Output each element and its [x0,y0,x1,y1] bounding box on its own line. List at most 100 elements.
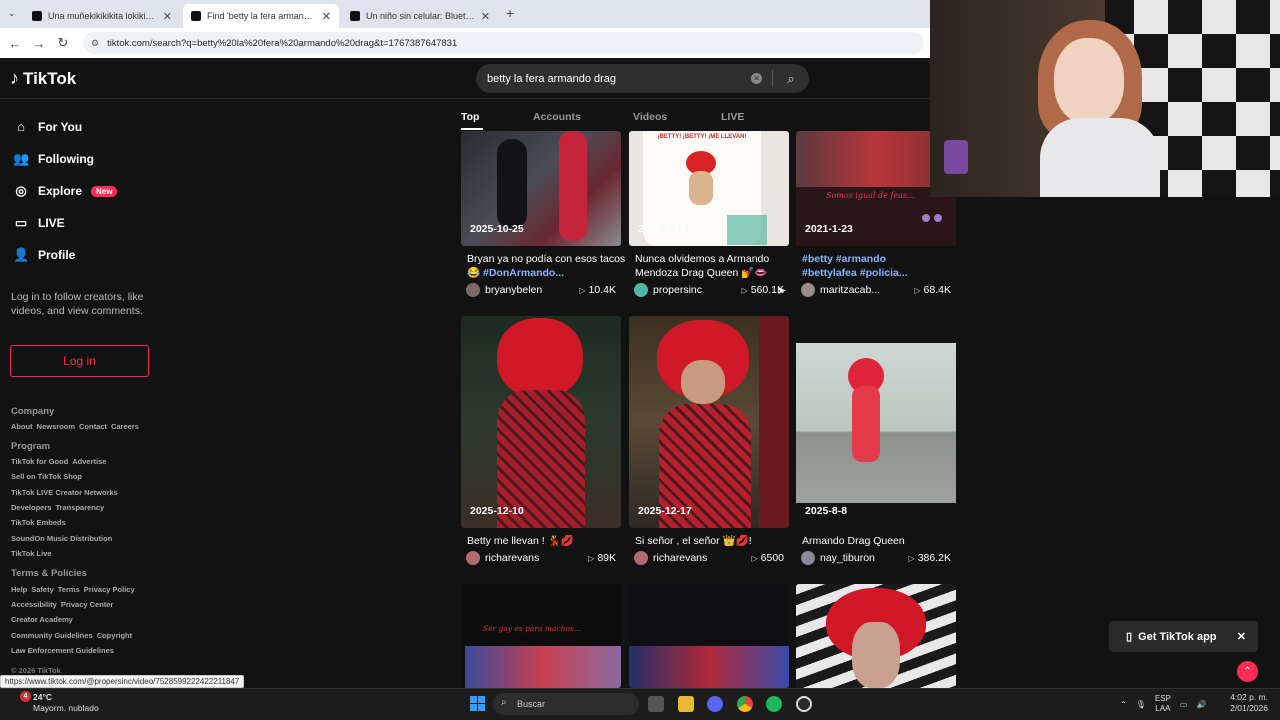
footer-link[interactable]: Transparency [55,503,104,512]
video-caption[interactable]: Si señor , el señor 👑💋! [635,534,795,548]
chrome-icon[interactable] [737,696,753,712]
back-icon[interactable]: ← [3,36,27,51]
volume-icon[interactable]: 🔊 [1196,700,1206,709]
video-thumbnail[interactable]: ¡BETTY! ¡BETTY! ¡ME LLEVAN! 2025-7-18 [629,131,789,246]
search-input[interactable]: betty la fera armando drag [487,73,751,85]
chevron-up-icon[interactable]: ⌃ [1120,700,1127,709]
tiktok-logo[interactable]: ♪ TikTok [10,68,76,89]
network-icon[interactable]: ▭ [1180,700,1188,709]
footer-link[interactable]: Privacy Policy [84,585,135,594]
address-bar[interactable]: ⚙ tiktok.com/search?q=betty%20la%20fera%… [83,32,924,54]
footer-link[interactable]: TikTok for Good [11,457,68,466]
footer-links-company: About Newsroom Contact Careers [11,422,143,431]
footer-link[interactable]: Terms [58,585,80,594]
tab-list-chevron-icon[interactable]: ⌄ [8,8,16,19]
obs-icon[interactable] [796,696,812,712]
caption-hashtags[interactable]: #betty #armando #bettylafea #policia... [802,253,908,279]
footer-link[interactable]: Contact [79,422,107,431]
avatar[interactable] [466,551,480,565]
video-caption[interactable]: Armando Drag Queen [802,534,962,548]
footer-link[interactable]: About [11,422,33,431]
footer-link[interactable]: Creator Academy [11,615,73,624]
footer-link[interactable]: Advertise [72,457,106,466]
sidebar-item-following[interactable]: 👥 Following [13,151,94,167]
avatar[interactable] [634,551,648,565]
footer-link[interactable]: TikTok Live [11,549,52,558]
username[interactable]: propersinc [653,284,742,296]
footer-link[interactable]: Community Guidelines [11,631,93,640]
sidebar-item-live[interactable]: ▭ LIVE [13,215,65,231]
footer-link[interactable]: Copyright [97,631,132,640]
footer-link[interactable]: Help [11,585,27,594]
close-tab-icon[interactable]: ✕ [163,10,172,23]
search-bar[interactable]: betty la fera armando drag ✕ ⌕ [476,64,809,93]
tab-videos[interactable]: Videos [633,111,667,123]
footer-link[interactable]: Newsroom [37,422,75,431]
avatar[interactable] [801,283,815,297]
windows-start-icon[interactable] [470,696,485,711]
username[interactable]: maritzacab... [820,284,914,296]
username[interactable]: nay_tiburon [820,552,909,564]
taskbar-search[interactable]: ⌕ Buscar [493,693,639,715]
login-button[interactable]: Log in [10,345,149,377]
video-caption[interactable]: Bryan ya no podía con esos tacos 😂 #DonA… [467,252,627,280]
close-tab-icon[interactable]: ✕ [322,10,331,23]
video-caption[interactable]: Betty me llevan ! 💃💋 [467,534,627,548]
username[interactable]: bryanybelen [485,284,579,296]
sidebar-item-profile[interactable]: 👤 Profile [13,247,75,263]
spotify-icon[interactable] [766,696,782,712]
footer-link[interactable]: Accessibility [11,600,57,609]
microphone-icon[interactable]: 🎙 [1136,700,1146,709]
footer-link[interactable]: Privacy Center [61,600,114,609]
task-view-icon[interactable] [648,696,664,712]
close-icon[interactable]: ✕ [1237,630,1246,643]
forward-icon[interactable]: → [27,36,51,51]
browser-tab-1[interactable]: Una muñekikikikita lokikikita ay ✕ [24,4,180,28]
username[interactable]: richarevans [485,552,588,564]
video-thumbnail[interactable] [629,584,789,688]
discord-icon[interactable] [707,696,723,712]
footer-link[interactable]: Developers [11,503,51,512]
video-thumbnail[interactable]: 2025-10-25 [461,131,621,246]
video-thumbnail[interactable]: 2025-8-8 [796,316,956,528]
browser-tab-3[interactable]: Un niño sin celular: Bluetooth y ✕ [342,4,498,28]
get-tiktok-app-banner[interactable]: ▯ Get TikTok app ✕ [1109,621,1258,652]
sidebar-item-explore[interactable]: ◎ Explore New [13,183,118,199]
video-caption[interactable]: Nunca olvidemos a Armando Mendoza Drag Q… [635,252,795,280]
footer-link[interactable]: Law Enforcement Guidelines [11,646,114,655]
tab-accounts[interactable]: Accounts [533,111,581,123]
reload-icon[interactable]: ↻ [51,35,75,51]
footer-link[interactable]: Careers [111,422,139,431]
language-indicator[interactable]: ESP LAA [1155,694,1171,714]
footer-link[interactable]: SoundOn Music Distribution [11,534,112,543]
avatar[interactable] [801,551,815,565]
avatar[interactable] [466,283,480,297]
video-thumbnail[interactable] [796,584,956,688]
tab-top[interactable]: Top [461,111,479,123]
footer-link[interactable]: TikTok Embeds [11,518,66,527]
video-thumbnail[interactable]: 2025-12-10 [461,316,621,528]
video-thumbnail[interactable]: 2025-12-17 [629,316,789,528]
tab-live[interactable]: LIVE [721,111,744,123]
taskbar-clock[interactable]: 4:02 p. m. 2/01/2026 [1222,692,1268,714]
footer-link[interactable]: TikTok LIVE Creator Networks [11,488,118,497]
following-icon: 👥 [13,151,30,166]
caption-hashtags[interactable]: #DonArmando... [483,267,564,279]
username[interactable]: richarevans [653,552,751,564]
sidebar-item-for-you[interactable]: ⌂ For You [13,119,82,134]
site-info-icon[interactable]: ⚙ [91,38,99,49]
file-explorer-icon[interactable] [678,696,694,712]
browser-tab-2[interactable]: Find 'betty la fera armando drag ✕ [183,4,339,28]
new-tab-icon[interactable]: + [506,5,514,21]
clear-search-icon[interactable]: ✕ [751,73,762,84]
search-icon[interactable]: ⌕ [773,71,809,87]
video-thumbnail[interactable]: Ser gay es para machos... [461,584,621,688]
view-count: 6500 [760,552,784,564]
footer-link[interactable]: Sell on TikTok Shop [11,472,82,481]
close-tab-icon[interactable]: ✕ [481,10,490,23]
scroll-to-top-icon[interactable]: ⌃ [1237,661,1258,682]
weather-widget[interactable]: 24°C Mayorm. nublado [33,692,99,714]
avatar[interactable] [634,283,648,297]
video-caption[interactable]: #betty #armando #bettylafea #policia... [802,252,922,280]
footer-link[interactable]: Safety [31,585,54,594]
